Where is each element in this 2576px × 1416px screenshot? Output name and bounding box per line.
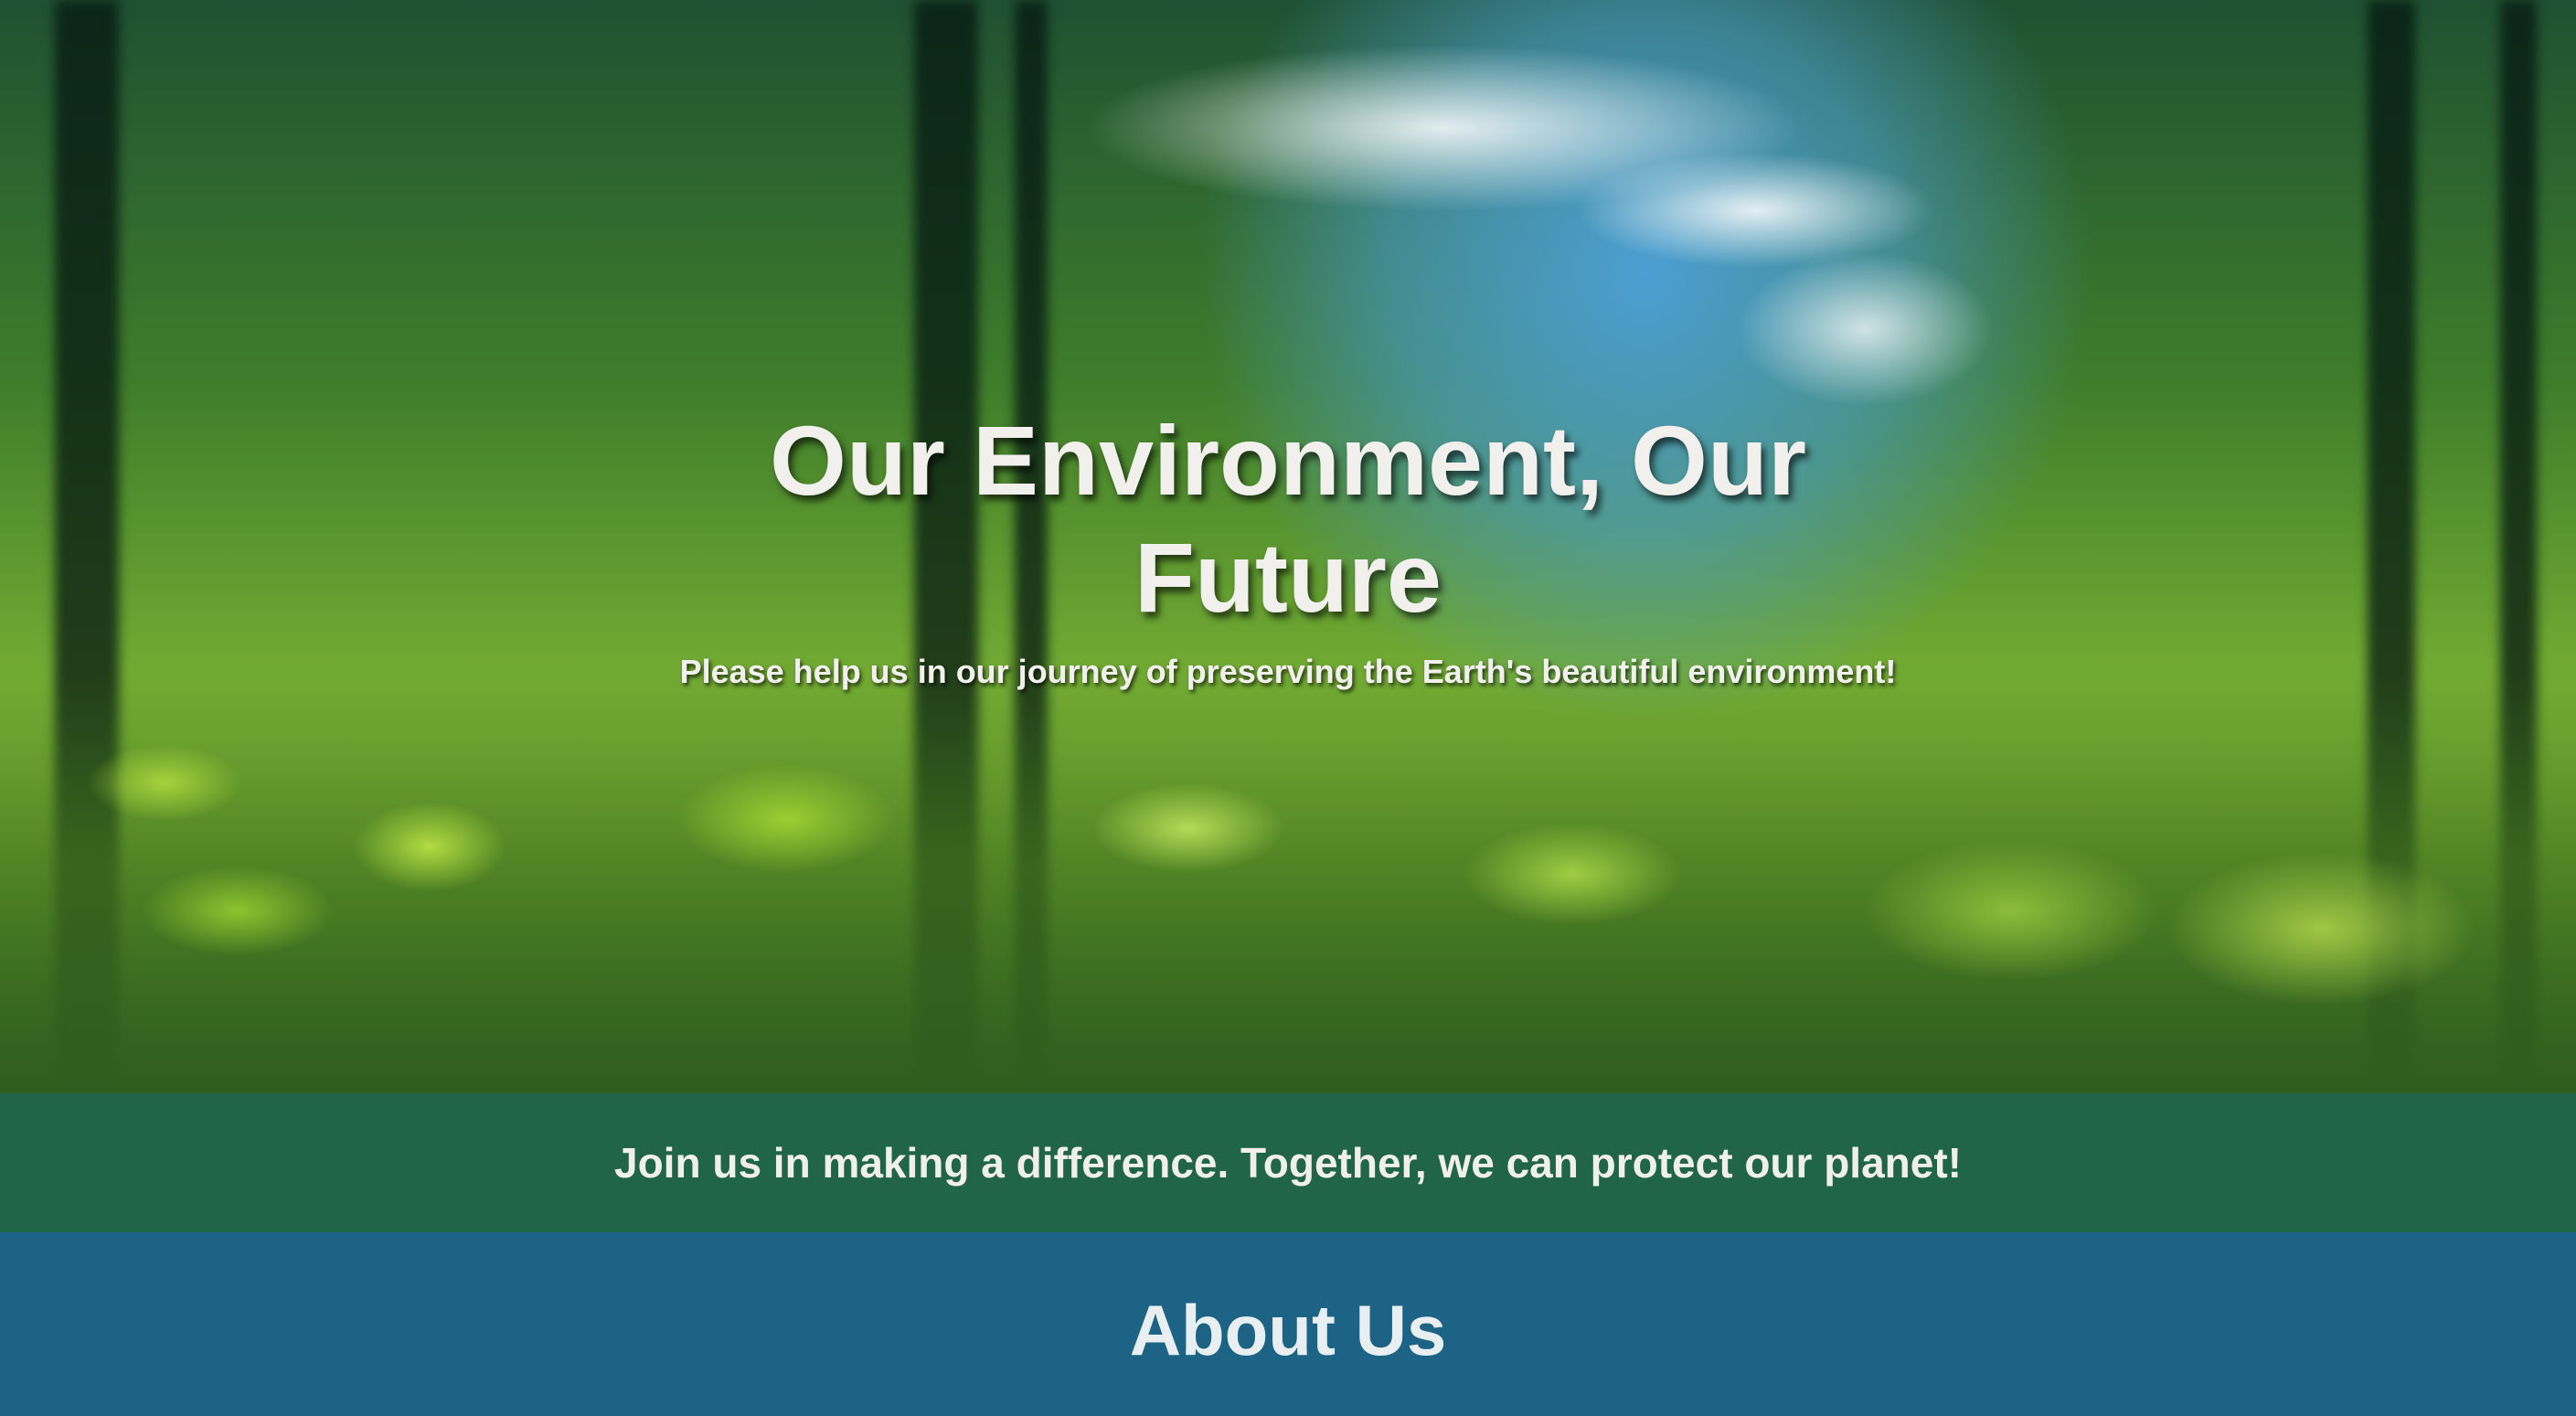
foliage-foreground: [0, 673, 2576, 1093]
hero-title: Our Environment, Our Future: [769, 405, 1807, 633]
about-section: About Us: [0, 1232, 2576, 1416]
hero-subtitle: Please help us in our journey of preserv…: [679, 653, 1897, 690]
hero-section: Our Environment, Our Future Please help …: [0, 0, 2576, 1093]
call-to-action-text: Join us in making a difference. Together…: [614, 1139, 1962, 1187]
about-heading: About Us: [1129, 1290, 1447, 1370]
call-to-action-band: Join us in making a difference. Together…: [0, 1093, 2576, 1232]
hero-content: Our Environment, Our Future Please help …: [0, 402, 2576, 691]
